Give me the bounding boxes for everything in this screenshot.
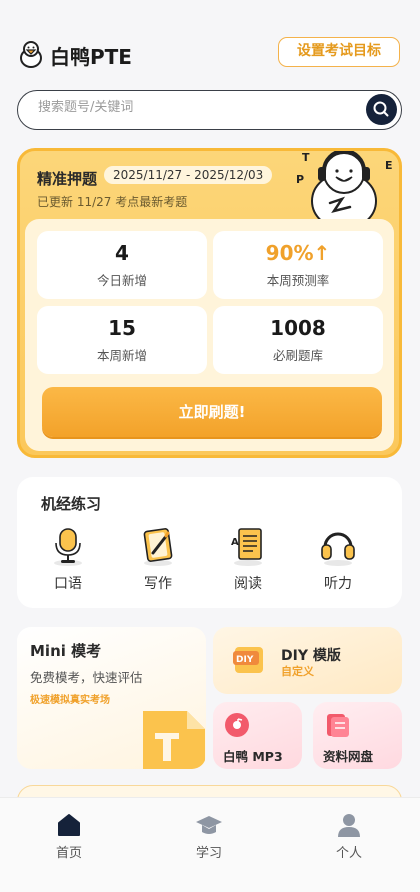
diy-subtitle: 自定义	[281, 665, 314, 678]
practice-item-listening[interactable]: 听力	[308, 523, 368, 593]
practice-label: 口语	[54, 576, 82, 592]
svg-text:A: A	[231, 537, 239, 548]
stat-weekly-prediction-rate: 90%↑ 本周预测率	[213, 231, 383, 299]
mini-mock-title: Mini 模考	[30, 642, 102, 660]
headphones-icon	[321, 532, 355, 566]
search-icon	[373, 101, 389, 117]
practice-label: 阅读	[234, 576, 262, 592]
set-exam-goal-button[interactable]: 设置考试目标	[278, 37, 400, 67]
tab-study[interactable]: 学习	[179, 812, 239, 861]
bottom-tab-bar: 首页 学习 个人	[0, 797, 420, 892]
update-note: 已更新 11/27 考点最新考题	[37, 195, 188, 209]
home-icon	[58, 814, 80, 836]
practice-item-writing[interactable]: 写作	[128, 523, 188, 593]
stat-label: 必刷题库	[272, 348, 323, 363]
mini-mock-subtitle: 免费模考，快速评估	[30, 670, 143, 685]
duck-mascot-illustration: T P E	[296, 151, 393, 221]
stat-today-new: 4 今日新增	[37, 231, 207, 299]
graduation-cap-icon	[196, 816, 222, 834]
stat-question-bank: 1008 必刷题库	[213, 306, 383, 374]
duck-logo-icon	[20, 41, 42, 68]
tab-label: 学习	[195, 846, 222, 861]
prediction-card[interactable]: 精准押题 2025/11/27 - 2025/12/03 已更新 11/27 考…	[17, 148, 402, 458]
diy-template-card[interactable]: DIY DIY 模版 自定义	[213, 627, 402, 694]
practice-label: 写作	[144, 576, 172, 592]
prediction-stats-panel: 4 今日新增 90%↑ 本周预测率 15 本周新增 1008 必刷题库 立即刷题…	[25, 219, 394, 451]
search-button[interactable]	[366, 94, 397, 125]
stat-label: 本周预测率	[266, 273, 330, 288]
brand-name: 白鸭PTE	[50, 45, 132, 69]
mp3-card[interactable]: 白鸭 MP3	[213, 702, 302, 769]
start-practice-button[interactable]: 立即刷题!	[42, 387, 382, 437]
tab-home[interactable]: 首页	[39, 812, 99, 861]
practice-section: 机经练习 口语 写作 A 阅读 听力	[17, 477, 402, 608]
svg-text:T: T	[302, 151, 310, 164]
svg-text:E: E	[385, 159, 393, 172]
notebook-pen-icon	[143, 528, 173, 566]
mini-mock-tag: 极速模拟真实考场	[30, 695, 110, 706]
prediction-title: 精准押题	[37, 170, 98, 188]
stat-value: 1008	[270, 316, 326, 340]
date-range-badge: 2025/11/27 - 2025/12/03	[104, 166, 273, 184]
app-header: 白鸭PTE 设置考试目标	[0, 0, 420, 86]
folder-documents-icon	[327, 714, 349, 737]
tab-profile[interactable]: 个人	[319, 812, 379, 861]
diy-title: DIY 模版	[281, 648, 341, 664]
practice-item-speaking[interactable]: 口语	[38, 523, 98, 593]
mp3-label: 白鸭 MP3	[223, 749, 283, 764]
tab-label: 首页	[55, 846, 82, 861]
stat-label: 本周新增	[96, 348, 147, 363]
tab-label: 个人	[335, 846, 362, 861]
test-paper-icon	[143, 711, 205, 769]
practice-item-reading[interactable]: A 阅读	[218, 523, 278, 593]
practice-title: 机经练习	[41, 495, 102, 513]
search-bar[interactable]	[17, 90, 402, 130]
diy-icon-text: DIY	[236, 655, 254, 665]
cloud-drive-card[interactable]: 资料网盘	[313, 702, 402, 769]
document-read-icon: A	[231, 528, 262, 566]
music-disc-icon	[225, 713, 249, 737]
search-input[interactable]	[36, 99, 360, 116]
stat-value: 90%↑	[265, 241, 331, 265]
stat-weekly-new: 15 本周新增	[37, 306, 207, 374]
stat-label: 今日新增	[96, 273, 147, 288]
practice-label: 听力	[324, 576, 352, 592]
diy-template-icon: DIY	[233, 647, 263, 673]
stat-value: 4	[115, 241, 129, 265]
svg-text:P: P	[296, 173, 304, 186]
user-icon	[338, 814, 360, 837]
cloud-drive-label: 资料网盘	[323, 749, 374, 764]
microphone-icon	[54, 528, 82, 566]
stat-value: 15	[108, 316, 136, 340]
mini-mock-card[interactable]: Mini 模考 免费模考，快速评估 极速模拟真实考场	[17, 627, 206, 769]
